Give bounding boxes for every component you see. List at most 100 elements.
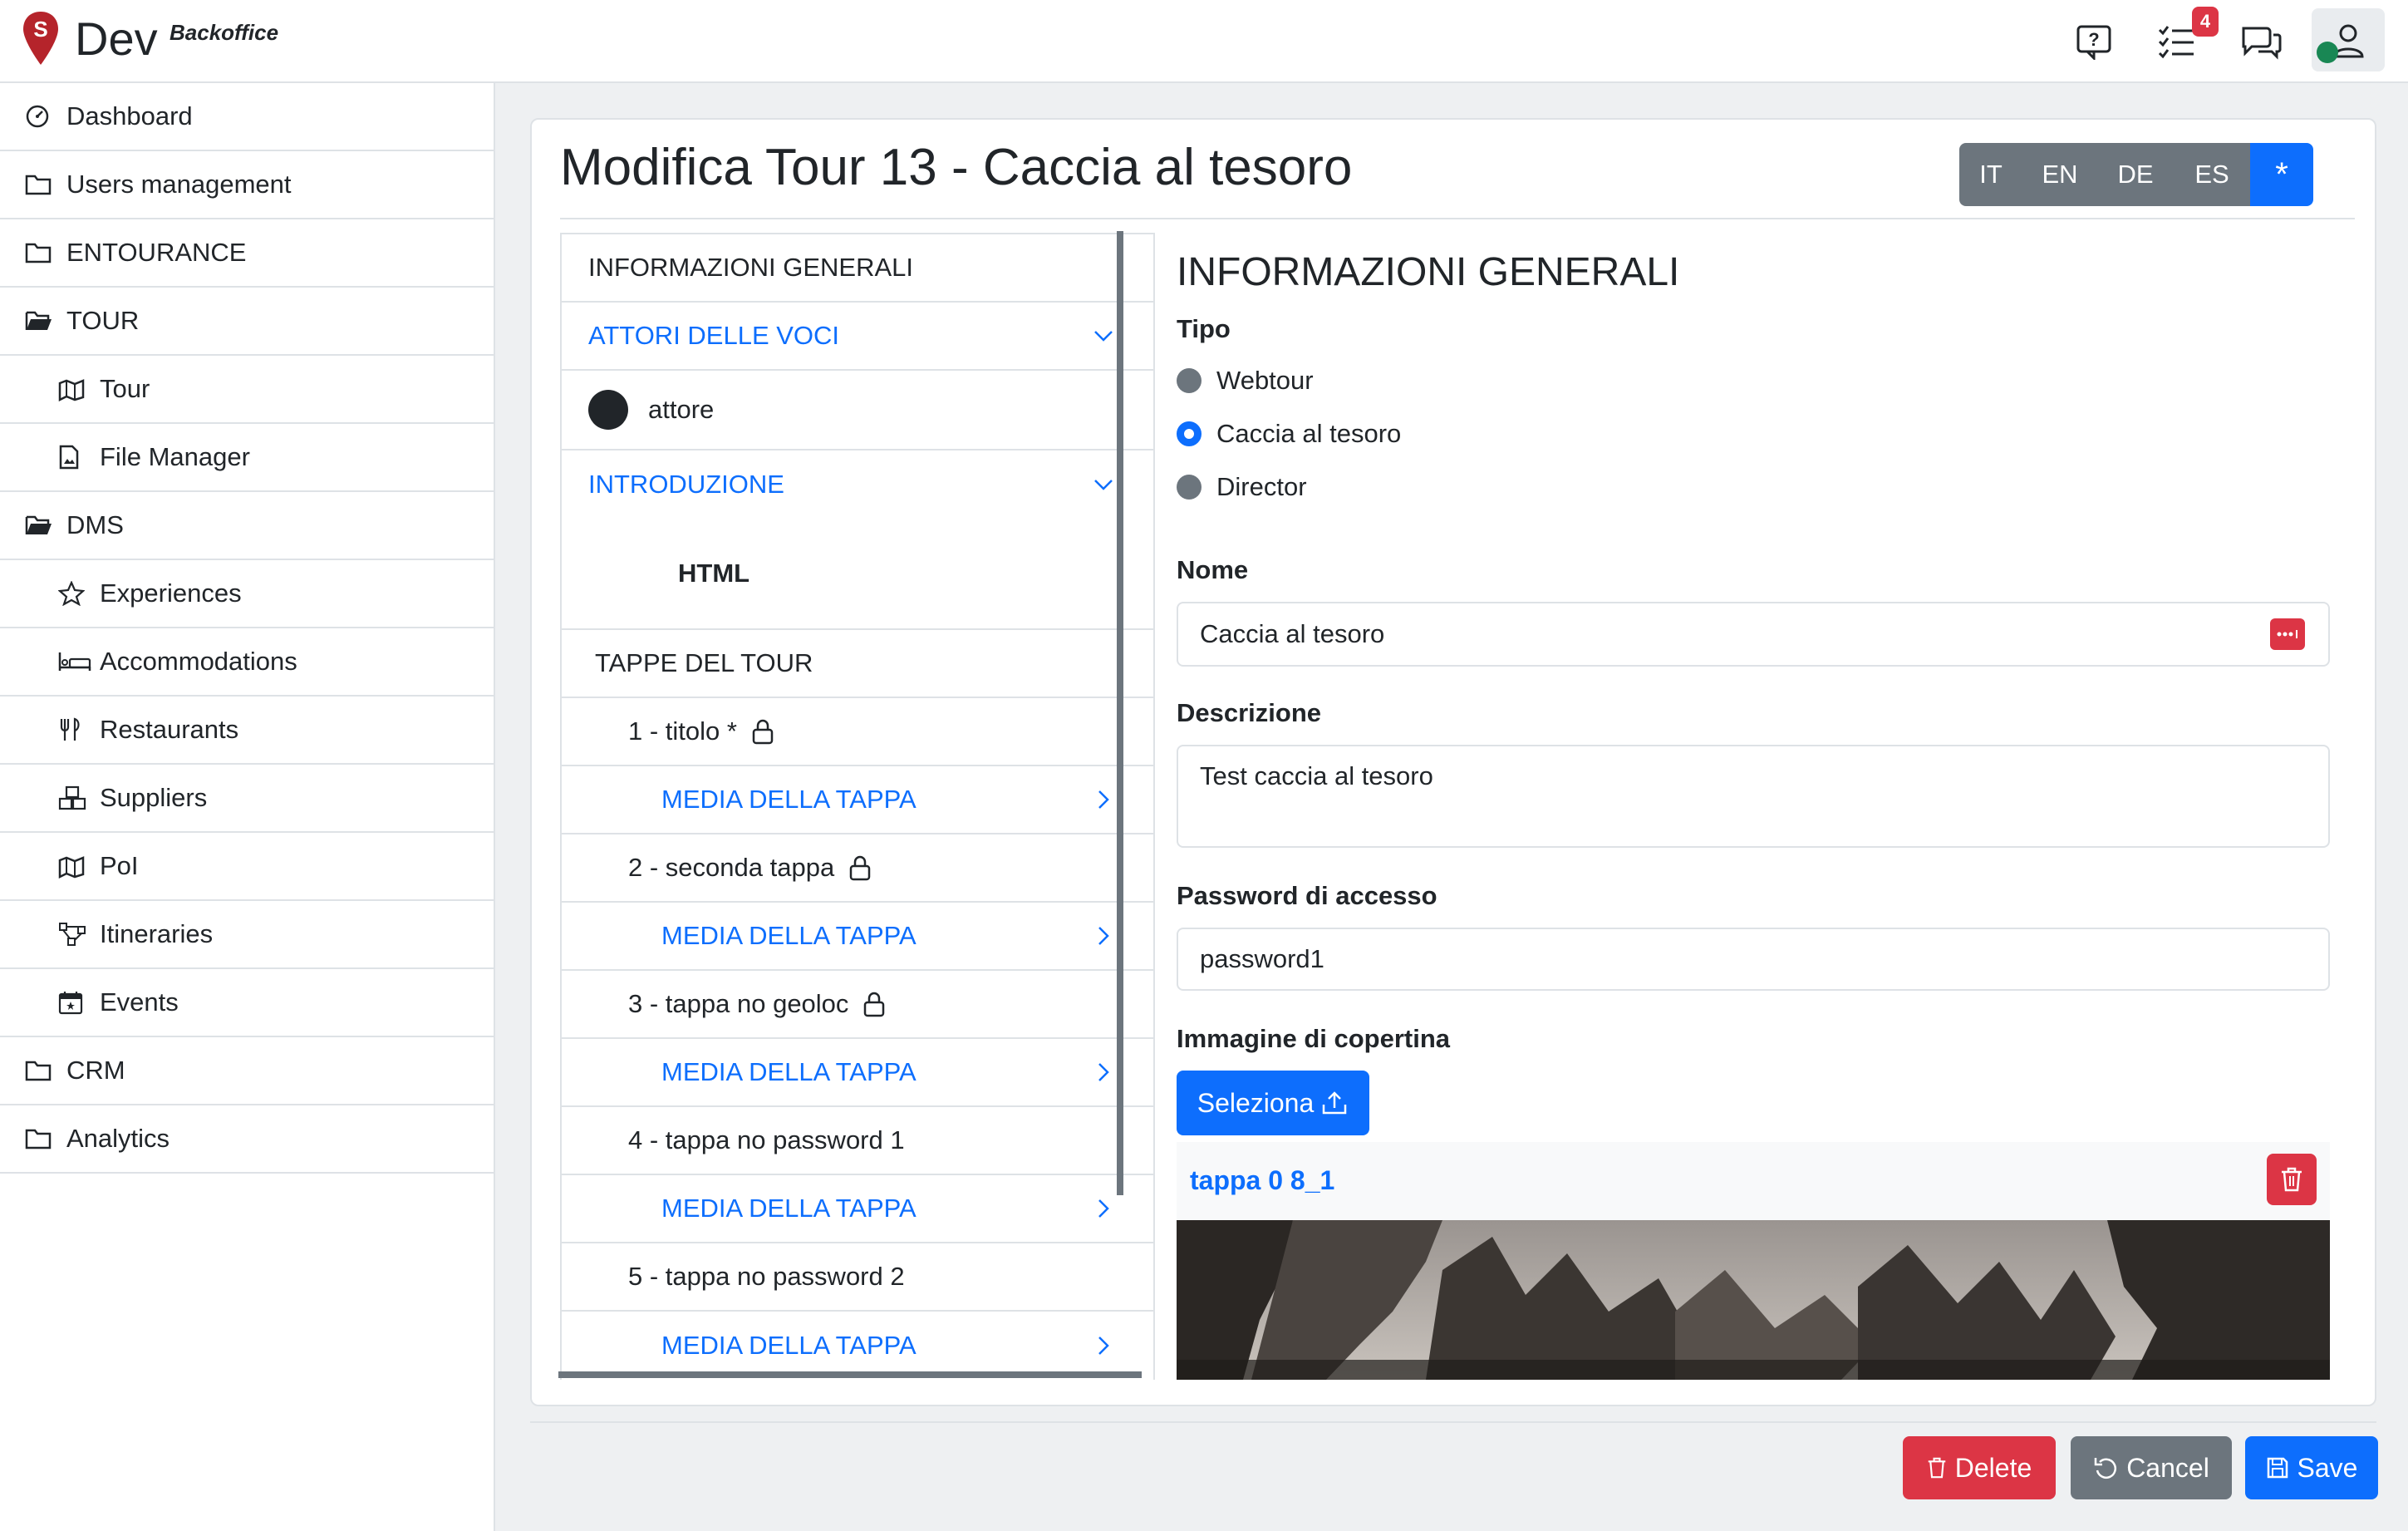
fork-knife-icon — [58, 713, 91, 746]
chat-icon[interactable] — [2237, 17, 2287, 66]
delete-button[interactable]: Delete — [1903, 1436, 2056, 1499]
sidebar-item-suppliers[interactable]: Suppliers — [0, 765, 494, 833]
sidebar-item-label: CRM — [66, 1056, 125, 1085]
stage-item[interactable]: 1 - titolo * — [562, 698, 1153, 766]
sidebar-item-label: Users management — [66, 170, 292, 199]
delete-label: Delete — [1954, 1452, 2032, 1483]
sidebar-item-analytics[interactable]: Analytics — [0, 1105, 494, 1174]
folder-open-icon — [25, 304, 58, 337]
nome-input[interactable]: Caccia al tesoro — [1177, 602, 2330, 667]
select-button-label: Seleziona — [1197, 1087, 1315, 1118]
page-title: Modifica Tour 13 - Caccia al tesoro — [560, 139, 1353, 196]
sidebar-item-tour[interactable]: Tour — [0, 356, 494, 424]
brand-name[interactable]: Dev — [75, 12, 158, 66]
chevron-right-icon — [1098, 790, 1109, 809]
stage-item[interactable]: 3 - tappa no geoloc — [562, 971, 1153, 1039]
stage-media-item[interactable]: MEDIA DELLA TAPPA — [562, 1039, 1153, 1107]
lang-de-button[interactable]: DE — [2097, 143, 2174, 206]
sidebar-item-label: Dashboard — [66, 101, 193, 130]
stage-item[interactable]: 5 - tappa no password 2 — [562, 1243, 1153, 1312]
sidebar-item-file-manager[interactable]: File Manager — [0, 424, 494, 492]
help-icon[interactable]: ? — [2069, 17, 2119, 66]
sidebar-item-label: PoI — [100, 851, 139, 880]
tree-actors-header[interactable]: ATTORI DELLE VOCI — [562, 303, 1153, 371]
tipo-option-caccia[interactable]: Caccia al tesoro — [1177, 419, 1401, 449]
sidebar-item-users-management[interactable]: Users management — [0, 151, 494, 219]
sidebar-item-dashboard[interactable]: Dashboard — [0, 83, 494, 151]
sidebar-item-label: Tour — [100, 374, 150, 403]
sidebar-item-experiences[interactable]: Experiences — [0, 560, 494, 628]
select-image-button[interactable]: Seleziona — [1177, 1071, 1369, 1135]
undo-icon — [2094, 1458, 2117, 1479]
sidebar-item-events[interactable]: Events — [0, 969, 494, 1037]
file-image-icon — [58, 441, 91, 474]
sidebar-item-label: TOUR — [66, 306, 140, 335]
save-button[interactable]: Save — [2245, 1436, 2378, 1499]
tree-vertical-scrollbar[interactable] — [1117, 231, 1123, 1195]
sidebar-item-itineraries[interactable]: Itineraries — [0, 901, 494, 969]
stage-label: 2 - seconda tappa — [628, 853, 835, 882]
stage-media-item[interactable]: MEDIA DELLA TAPPA — [562, 1312, 1153, 1380]
tree-intro-label: INTRODUZIONE — [588, 470, 784, 499]
sidebar-item-restaurants[interactable]: Restaurants — [0, 697, 494, 765]
diagram-icon — [58, 918, 91, 951]
title-divider — [560, 218, 2355, 219]
radio-label: Caccia al tesoro — [1216, 419, 1402, 448]
lang-es-button[interactable]: ES — [2174, 143, 2250, 206]
sidebar-item-crm[interactable]: CRM — [0, 1037, 494, 1105]
nome-label: Nome — [1177, 555, 1249, 584]
cancel-label: Cancel — [2126, 1452, 2209, 1483]
stage-media-item[interactable]: MEDIA DELLA TAPPA — [562, 1175, 1153, 1243]
lock-icon — [864, 992, 885, 1017]
password-input[interactable]: password1 — [1177, 928, 2330, 991]
intro-html-label: HTML — [678, 559, 750, 588]
cover-image-name[interactable]: tappa 0 8_1 — [1190, 1165, 1334, 1196]
descrizione-textarea[interactable]: Test caccia al tesoro — [1177, 745, 2330, 848]
stage-media-item[interactable]: MEDIA DELLA TAPPA — [562, 903, 1153, 971]
sidebar-item-label: Itineraries — [100, 919, 214, 948]
radio-unchecked — [1177, 475, 1202, 500]
sidebar-item-tour-group[interactable]: TOUR — [0, 288, 494, 356]
chevron-right-icon — [1098, 1063, 1109, 1081]
cancel-button[interactable]: Cancel — [2071, 1436, 2232, 1499]
nome-value: Caccia al tesoro — [1200, 619, 1385, 648]
stage-media-item[interactable]: MEDIA DELLA TAPPA — [562, 766, 1153, 834]
password-dots-icon[interactable] — [2270, 618, 2305, 650]
tree-stages-header[interactable]: TAPPE DEL TOUR — [562, 630, 1153, 698]
brand-subtitle: Backoffice — [170, 20, 279, 45]
stage-item[interactable]: 2 - seconda tappa — [562, 834, 1153, 903]
actor-avatar — [588, 390, 628, 430]
lang-all-button[interactable]: * — [2250, 143, 2313, 206]
tipo-option-director[interactable]: Director — [1177, 472, 1307, 502]
tree-actor-item[interactable]: attore — [562, 371, 1153, 450]
sidebar-item-entourance[interactable]: ENTOURANCE — [0, 219, 494, 288]
actor-name: attore — [648, 395, 715, 424]
tree-general-info[interactable]: INFORMAZIONI GENERALI — [562, 234, 1153, 303]
upload-icon — [1323, 1091, 1347, 1115]
lock-icon — [752, 719, 774, 745]
tipo-option-webtour[interactable]: Webtour — [1177, 366, 1314, 396]
sidebar-item-poi[interactable]: PoI — [0, 833, 494, 901]
tree-horizontal-scrollbar[interactable] — [558, 1371, 1142, 1378]
lang-it-button[interactable]: IT — [1959, 143, 2022, 206]
stage-media-label: MEDIA DELLA TAPPA — [661, 1331, 917, 1360]
trash-icon — [1928, 1457, 1946, 1479]
delete-image-button[interactable] — [2267, 1154, 2317, 1205]
language-switcher: IT EN DE ES * — [1959, 143, 2313, 206]
sidebar-item-dms[interactable]: DMS — [0, 492, 494, 560]
svg-text:?: ? — [2088, 29, 2099, 50]
lang-en-button[interactable]: EN — [2022, 143, 2097, 206]
chevron-right-icon — [1098, 1337, 1109, 1355]
tree-intro-header[interactable]: INTRODUZIONE — [562, 450, 1153, 519]
sidebar-item-label: Analytics — [66, 1124, 170, 1153]
map-icon — [58, 372, 91, 406]
sidebar-item-label: Suppliers — [100, 783, 208, 812]
tour-structure-panel: INFORMAZIONI GENERALI ATTORI DELLE VOCI … — [560, 233, 1155, 1380]
bed-icon — [58, 645, 91, 678]
form-section-title: INFORMAZIONI GENERALI — [1177, 250, 1680, 294]
folder-icon — [25, 1054, 58, 1087]
tree-intro-html[interactable]: HTML — [562, 519, 1153, 630]
folder-icon — [25, 236, 58, 269]
sidebar-item-accommodations[interactable]: Accommodations — [0, 628, 494, 697]
stage-item[interactable]: 4 - tappa no password 1 — [562, 1107, 1153, 1175]
